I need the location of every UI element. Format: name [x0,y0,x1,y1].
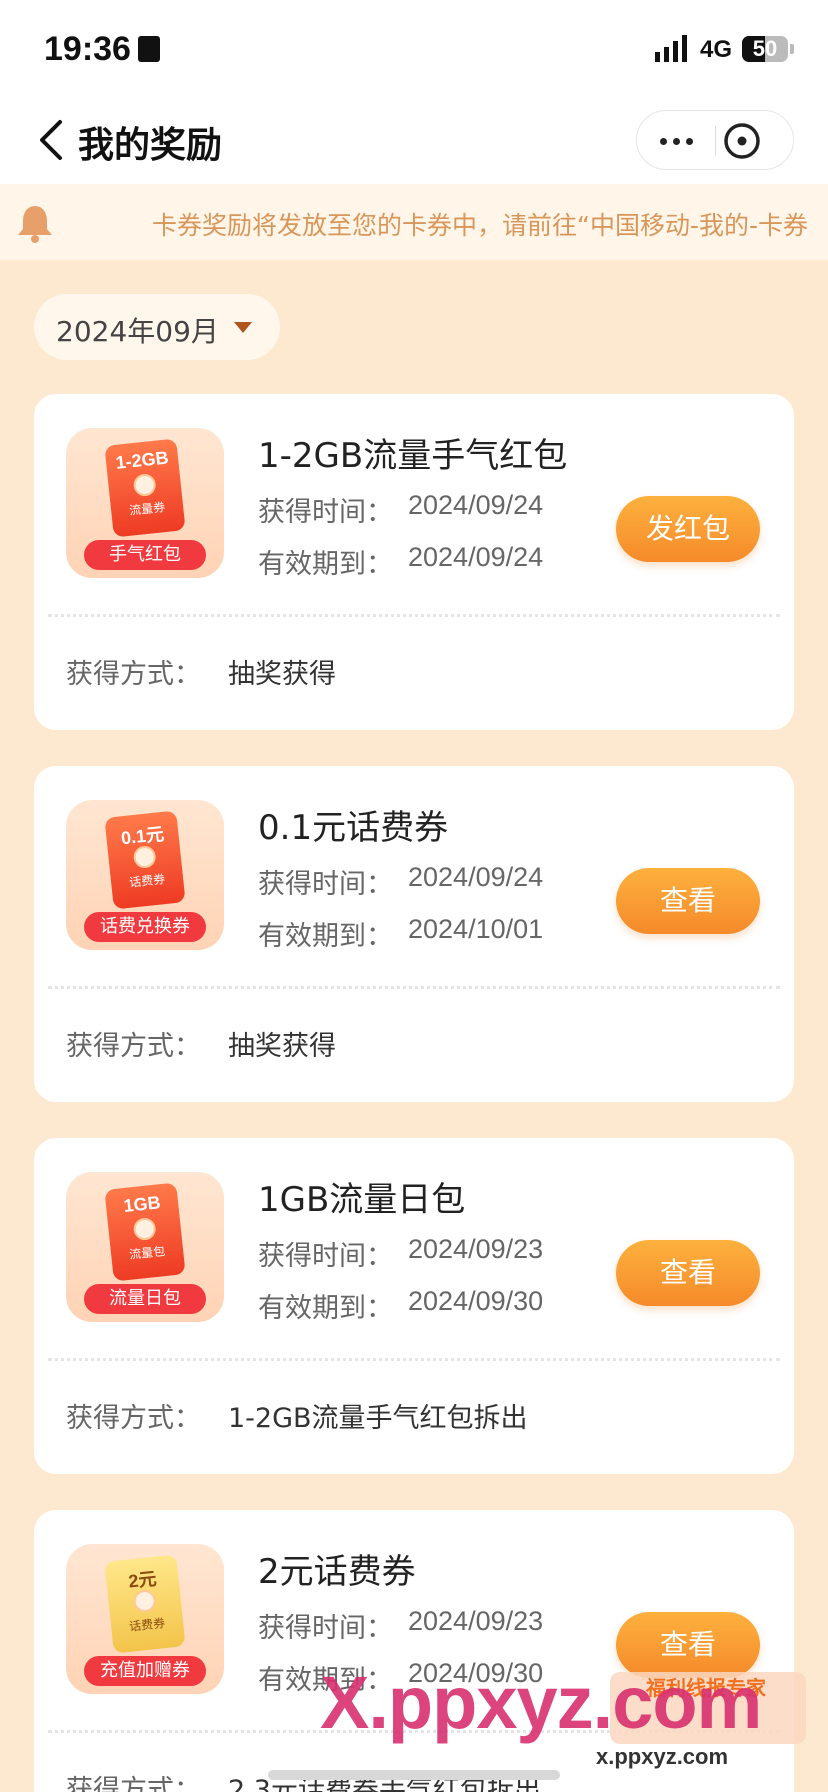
reward-title: 1-2GB流量手气红包 [258,436,568,476]
obtain-time-label: 获得时间： [258,1241,393,1272]
obtain-time-value: 2024/09/24 [408,490,544,520]
method-label: 获得方式： [66,659,201,690]
obtain-time-label: 获得时间： [258,1613,393,1644]
back-icon[interactable] [36,118,70,162]
valid-until-value: 2024/10/01 [408,914,544,944]
method-label: 获得方式： [66,1403,201,1434]
method-label: 获得方式： [66,1775,201,1792]
reward-title: 1GB流量日包 [258,1180,466,1220]
view-button[interactable]: 查看 [616,1240,760,1306]
reward-title: 0.1元话费券 [258,808,449,848]
nav-bar: 我的奖励 [0,96,828,184]
coin-icon [132,472,157,498]
coin-icon [132,1216,157,1242]
reward-card: 1-2GB 流量券 手气红包 1-2GB流量手气红包 获得时间： 2024/09… [34,394,794,730]
reward-icon-label: 手气红包 [84,540,206,570]
month-selector[interactable]: 2024年09月 [34,294,280,360]
status-time: 19:36 [44,30,131,68]
more-dot-icon [685,137,693,145]
dashed-divider [48,1358,780,1361]
valid-until-label: 有效期到： [258,549,393,580]
ticket-type: 流量包 [128,1244,166,1262]
obtain-time-label: 获得时间： [258,869,393,900]
page-title: 我的奖励 [78,125,223,166]
network-type: 4G [700,36,733,63]
valid-until-value: 2024/09/30 [408,1286,544,1316]
valid-until-value: 2024/09/24 [408,542,544,572]
signal-icon [655,35,687,62]
dashed-divider [48,986,780,989]
view-button[interactable]: 查看 [616,868,760,934]
valid-until-label: 有效期到： [258,1293,393,1324]
method-value: 抽奖获得 [228,1031,336,1062]
notice-text: 卡券奖励将发放至您的卡券中，请前往“中国移动-我的-卡券 [152,211,808,240]
method-value: 抽奖获得 [228,659,336,690]
method-value: 1-2GB流量手气红包拆出 [228,1403,528,1434]
ticket-icon: 0.1元 话费券 [104,810,186,910]
battery-icon: 50 [742,36,788,62]
caret-down-icon [234,322,252,333]
reward-icon-label: 充值加赠券 [84,1656,206,1686]
rewards-content: 2024年09月 1-2GB 流量券 手气红包 1-2GB流量手气红包 获得时间… [0,260,828,1792]
more-dot-icon [672,137,680,145]
method-label: 获得方式： [66,1031,201,1062]
dashed-divider [48,614,780,617]
ticket-type: 话费券 [128,1616,166,1634]
reward-card: 0.1元 话费券 话费兑换券 0.1元话费券 获得时间： 2024/09/24 … [34,766,794,1102]
capsule-divider [715,126,716,156]
ticket-amount: 1-2GB [114,447,170,473]
reward-icon: 0.1元 话费券 话费兑换券 [66,800,224,950]
ticket-amount: 1GB [122,1192,162,1217]
status-bar: 19:36 4G 50 [0,0,828,96]
orientation-lock-icon [138,36,160,62]
ticket-icon: 2元 话费券 [104,1554,186,1654]
reward-icon-label: 话费兑换券 [84,912,206,942]
coin-icon [132,844,157,870]
ticket-type: 流量券 [128,500,166,518]
reward-icon: 2元 话费券 充值加赠券 [66,1544,224,1694]
obtain-time-value: 2024/09/23 [408,1606,544,1636]
send-red-packet-button[interactable]: 发红包 [616,496,760,562]
ticket-icon: 1GB 流量包 [104,1182,186,1282]
bell-icon [18,206,52,243]
mini-program-capsule [636,110,794,170]
close-circle-icon[interactable] [721,120,763,162]
reward-icon-label: 流量日包 [84,1284,206,1314]
obtain-time-label: 获得时间： [258,497,393,528]
ticket-type: 话费券 [128,872,166,890]
battery-tip [790,44,794,54]
battery-percent: 50 [752,36,778,61]
more-dot-icon [659,137,667,145]
coin-icon [132,1588,157,1614]
ticket-icon: 1-2GB 流量券 [104,438,186,538]
watermark-text: X.ppxyz.com [320,1661,762,1744]
month-label: 2024年09月 [56,315,219,348]
more-button[interactable] [637,111,715,171]
reward-icon: 1-2GB 流量券 手气红包 [66,428,224,578]
home-indicator[interactable] [268,1770,560,1780]
watermark-subtext: x.ppxyz.com [596,1744,729,1769]
obtain-time-value: 2024/09/23 [408,1234,544,1264]
valid-until-label: 有效期到： [258,921,393,952]
notice-bar[interactable]: 卡券奖励将发放至您的卡券中，请前往“中国移动-我的-卡券 [0,184,828,260]
obtain-time-value: 2024/09/24 [408,862,544,892]
reward-title: 2元话费券 [258,1552,416,1592]
reward-card: 1GB 流量包 流量日包 1GB流量日包 获得时间： 2024/09/23 有效… [34,1138,794,1474]
reward-icon: 1GB 流量包 流量日包 [66,1172,224,1322]
